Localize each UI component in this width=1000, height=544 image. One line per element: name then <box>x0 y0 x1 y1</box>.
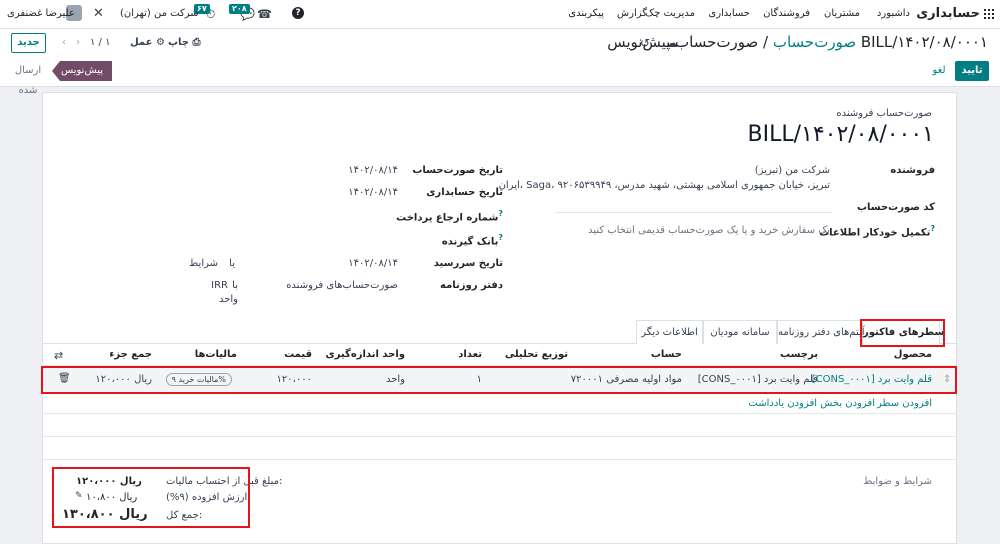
due-or: یا <box>229 258 235 269</box>
doc-type: صورت‌حساب فروشنده <box>836 108 932 119</box>
col-label[interactable]: برچسب <box>780 349 818 360</box>
menu-configuration[interactable]: پیکربندی <box>568 8 604 19</box>
journal-label: دفتر روزنامه <box>440 280 503 291</box>
top-navbar: حسابداری داشبورد مشتریان فروشندگان حسابد… <box>0 0 1000 29</box>
menu-vendors[interactable]: فروشندگان <box>763 8 810 19</box>
bill-ref-label: کد صورت‌حساب <box>857 202 935 213</box>
menu-dashboard[interactable]: داشبورد <box>877 8 910 19</box>
col-uom[interactable]: واحد اندازه‌گیری <box>326 349 405 360</box>
terms-input[interactable]: شرایط و ضوابط <box>863 476 932 487</box>
user-name[interactable]: علیرضا غضنفری <box>7 8 75 19</box>
due-date[interactable]: ۱۴۰۲/۰۸/۱۴ <box>348 258 398 269</box>
payment-ref-label: شماره ارجاع پرداخت? <box>396 209 503 224</box>
vendor-label: فروشنده <box>890 165 935 176</box>
due-terms[interactable]: شرایط <box>189 258 218 269</box>
accounting-date-label: تاریخ حسابداری <box>426 187 503 198</box>
bill-date[interactable]: ۱۴۰۲/۰۸/۱۴ <box>348 165 398 176</box>
pager[interactable]: ۱ / ۱ <box>90 37 110 48</box>
highlight-totals <box>52 467 250 528</box>
phone-icon[interactable]: ☎ <box>257 7 272 21</box>
recipient-bank-label: بانک گیرنده? <box>441 233 503 248</box>
journal-in: با <box>232 280 238 291</box>
due-date-label: تاریخ سررسید <box>433 258 503 269</box>
menu-customers[interactable]: مشتریان <box>824 8 860 19</box>
highlight-tab <box>860 319 945 347</box>
new-button[interactable]: جدید <box>11 33 46 53</box>
menu-check-management[interactable]: مدیریت چک <box>645 8 695 19</box>
help-icon[interactable]: ? <box>292 7 304 19</box>
tab-other-info[interactable]: اطلاعات دیگر <box>636 320 703 344</box>
breadcrumb-separator: / <box>763 33 769 51</box>
add-note-link[interactable]: افزودن یادداشت <box>748 398 817 409</box>
control-panel: جدید ‹ › ۱ / ۱ عمل ⚙ چاپ ⎙ ↺ ☁ صورت‌حساب… <box>0 29 1000 96</box>
tools-icon[interactable]: ✕ <box>93 6 104 21</box>
help-icon: ? <box>930 224 935 233</box>
bill-ref-input[interactable] <box>555 212 832 213</box>
accounting-date[interactable]: ۱۴۰۲/۰۸/۱۴ <box>348 187 398 198</box>
vendor-name[interactable]: شرکت من (تبریز) <box>755 165 830 176</box>
add-line-link[interactable]: افزودن سطر <box>877 398 932 409</box>
column-settings-icon[interactable]: ⇄ <box>54 349 63 362</box>
gear-icon: ⚙ <box>155 37 165 48</box>
col-product[interactable]: محصول <box>894 349 932 360</box>
currency-unit: واحد <box>218 294 238 305</box>
help-icon: ? <box>498 209 503 218</box>
breadcrumb-parent[interactable]: صورت‌حساب <box>773 33 856 51</box>
breadcrumb: صورت‌حساب / صورت‌حساب پیش‌نویس BILL/۱۴۰۲… <box>607 33 988 51</box>
app-name[interactable]: حسابداری <box>916 6 980 21</box>
row-divider-3 <box>42 459 957 460</box>
autocomplete-input[interactable]: یک سفارش خرید و یا یک صورت‌حساب قدیمی ان… <box>588 225 830 236</box>
add-section-link[interactable]: افزودن بخش <box>820 398 875 409</box>
highlight-row <box>41 366 957 394</box>
col-taxes[interactable]: مالیات‌ها <box>195 349 237 360</box>
journal[interactable]: صورت‌حساب‌های فروشنده <box>286 280 398 291</box>
col-account[interactable]: حساب <box>651 349 682 360</box>
status-draft[interactable]: پیش‌نویس <box>52 61 112 81</box>
print-icon: ⎙ <box>192 37 201 48</box>
row-divider-2 <box>42 436 957 437</box>
bill-date-label: تاریخ صورت‌حساب <box>412 165 503 176</box>
autocomplete-label: تکمیل خودکار اطلاعات? <box>819 224 935 239</box>
vendor-address: ایران، Saga، تبریز، خیابان جمهوری اسلامی… <box>498 180 830 191</box>
col-price[interactable]: قیمت <box>284 349 312 360</box>
print-menu[interactable]: چاپ ⎙ <box>168 37 201 48</box>
row-divider-1 <box>42 413 957 414</box>
company-switcher[interactable]: شرکت من (تهران) <box>120 8 199 19</box>
pager-next-icon[interactable]: › <box>76 37 80 48</box>
menu-accounting[interactable]: حسابداری <box>708 8 750 19</box>
col-subtotal[interactable]: جمع جزء <box>109 349 152 360</box>
currency[interactable]: IRR <box>211 280 228 291</box>
action-menu[interactable]: عمل ⚙ <box>130 37 165 48</box>
pager-prev-icon[interactable]: ‹ <box>62 37 66 48</box>
status-posted[interactable]: ارسال شده <box>8 61 48 96</box>
messages-badge: ۲۰۸ <box>229 4 250 14</box>
help-icon: ? <box>498 233 503 242</box>
col-quantity[interactable]: تعداد <box>458 349 482 360</box>
confirm-button[interactable]: تایید <box>955 61 989 81</box>
tab-journal-items[interactable]: آیتم‌های دفتر روزنامه <box>777 320 865 344</box>
doc-name: BILL/۱۴۰۲/۰۸/۰۰۰۱ <box>747 122 935 147</box>
cancel-button[interactable]: لغو <box>925 61 953 81</box>
col-analytic[interactable]: توزیع تحلیلی <box>505 349 568 360</box>
menu-reporting[interactable]: گزارش <box>617 8 647 19</box>
tab-tax-system[interactable]: سامانه مودیان <box>703 320 777 344</box>
apps-menu-icon[interactable] <box>984 9 994 19</box>
